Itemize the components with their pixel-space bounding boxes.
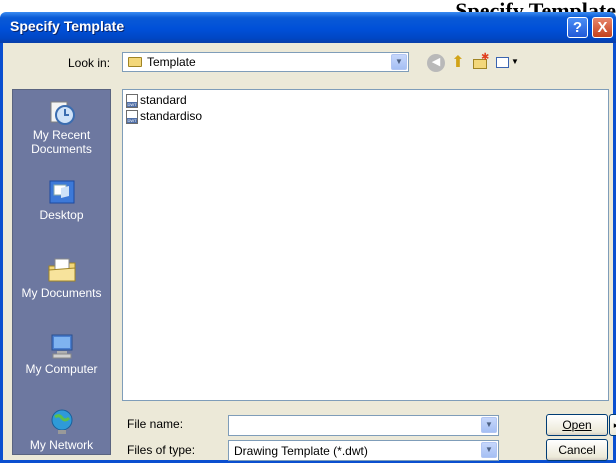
place-label: My Recent Documents <box>31 128 92 156</box>
look-in-combo[interactable]: Template ▼ <box>122 52 409 72</box>
place-label: Desktop <box>39 208 84 222</box>
up-folder-icon[interactable]: ⬆ <box>449 54 467 72</box>
place-my-computer[interactable]: My Computer <box>13 332 110 376</box>
place-my-recent-documents[interactable]: My Recent Documents <box>13 98 110 156</box>
place-label: My Network <box>29 438 94 452</box>
files-of-type-value: Drawing Template (*.dwt) <box>234 444 368 458</box>
grid-icon <box>496 57 509 68</box>
help-button[interactable]: ? <box>567 17 588 38</box>
file-name-text: standardiso <box>140 109 203 123</box>
recent-documents-icon <box>50 101 75 125</box>
caret-down-icon: ▼ <box>511 57 519 66</box>
sparkle-icon: ✱ <box>481 52 490 63</box>
place-label: My Documents <box>21 286 102 300</box>
place-my-documents[interactable]: My Documents <box>13 256 110 300</box>
look-in-value: Template <box>147 55 196 69</box>
close-button[interactable]: X <box>592 17 613 38</box>
place-my-network[interactable]: My Network <box>13 408 110 452</box>
chevron-down-icon[interactable]: ▼ <box>481 417 497 433</box>
back-arrow-icon[interactable]: ◀ <box>427 54 445 72</box>
open-button[interactable]: Open <box>546 414 608 436</box>
file-list[interactable]: DWT standard DWT standardiso <box>122 89 609 401</box>
specify-template-dialog: Specify Template ? X Look in: Template ▼… <box>0 12 616 463</box>
look-in-label: Look in: <box>68 56 111 70</box>
files-of-type-select[interactable]: Drawing Template (*.dwt) ▼ <box>228 440 499 461</box>
views-menu-icon[interactable]: ▼ <box>495 54 519 72</box>
title-bar: Specify Template ? X <box>0 12 616 43</box>
place-label: My Computer <box>25 362 98 376</box>
my-documents-icon <box>48 258 75 282</box>
chevron-down-icon[interactable]: ▼ <box>391 54 407 70</box>
dwt-file-icon: DWT <box>126 94 138 108</box>
places-bar: My Recent Documents Desktop My Documents <box>12 89 111 455</box>
place-desktop[interactable]: Desktop <box>13 178 110 222</box>
dialog-body: Look in: Template ▼ ◀ ⬆ ✱ ▼ My Recent Do… <box>0 43 616 463</box>
dialog-title: Specify Template <box>10 18 125 34</box>
file-name-text: standard <box>140 93 187 107</box>
files-of-type-label: Files of type: <box>127 443 196 457</box>
desktop-icon <box>49 180 74 204</box>
my-network-icon <box>51 409 72 434</box>
open-options-button[interactable]: ▸ <box>609 414 616 436</box>
open-button-label: Open <box>562 418 592 432</box>
folder-icon <box>128 57 142 67</box>
chevron-down-icon[interactable]: ▼ <box>481 442 497 458</box>
cancel-button[interactable]: Cancel <box>546 439 608 461</box>
file-name-field[interactable]: ▼ <box>228 415 499 436</box>
file-name-label: File name: <box>127 417 184 431</box>
my-computer-icon <box>51 334 72 359</box>
new-folder-icon[interactable]: ✱ <box>471 52 490 72</box>
dwt-file-icon: DWT <box>126 110 138 124</box>
